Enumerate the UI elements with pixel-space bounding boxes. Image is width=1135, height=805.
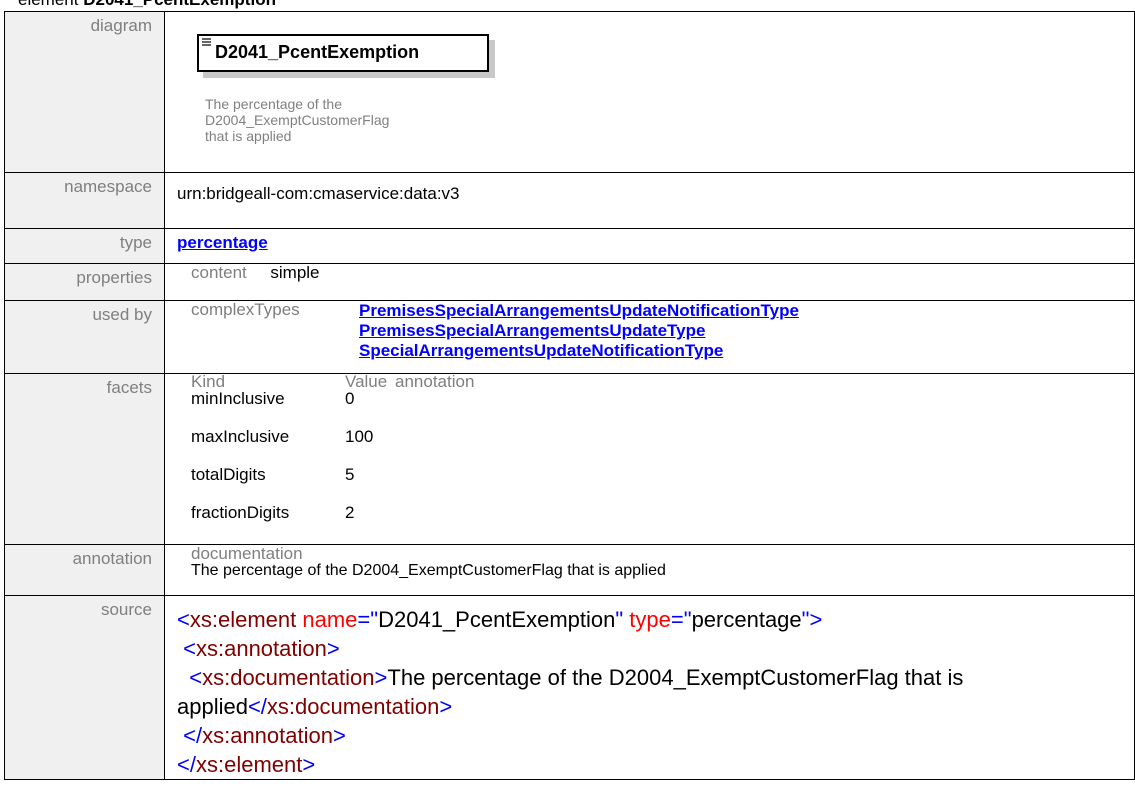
annotation-doc-label: documentation [191,544,303,563]
properties-cell: content simple [164,263,1135,301]
source-line-3: <xs:documentation>The percentage of the … [189,665,964,690]
facets-row: facets Kind Value annotation minInclusiv… [4,372,1135,545]
facet-row: fractionDigits 2 [191,504,1134,542]
type-link[interactable]: percentage [177,233,268,252]
facets-table: Kind Value annotation minInclusive 0 max… [165,372,1134,542]
facets-cell: Kind Value annotation minInclusive 0 max… [164,372,1135,545]
type-cell: percentage [164,228,1135,264]
annotation-row: annotation documentation The percentage … [4,544,1135,596]
facet-row: maxInclusive 100 [191,428,1134,466]
properties-value: simple [270,263,320,282]
type-label: type [4,228,165,264]
source-code: <xs:element name="D2041_PcentExemption" … [177,596,1134,779]
facets-header-kind: Kind [191,372,226,391]
diagram-doc-line: that is applied [205,128,292,144]
used-by-link[interactable]: SpecialArrangementsUpdateNotificationTyp… [359,341,799,361]
facets-header-value: Value [345,372,388,391]
page-title: element D2041_PcentExemption [18,0,276,10]
facet-value: 5 [345,465,355,484]
source-row: source <xs:element name="D2041_PcentExem… [4,595,1135,780]
facet-value: 0 [345,389,355,408]
properties-content: content simple [165,264,1134,282]
namespace-value: urn:bridgeall-com:cmaservice:data:v3 [164,172,1135,229]
element-diagram-box[interactable]: D2041_PcentExemption [197,34,489,72]
used-by-row: used by complexTypes PremisesSpecialArra… [4,300,1135,374]
facet-kind: minInclusive [191,389,285,408]
source-label: source [4,595,165,780]
annotation-text: The percentage of the D2004_ExemptCustom… [191,562,666,579]
properties-row: properties content simple [4,263,1135,301]
namespace-label: namespace [4,172,165,229]
namespace-row: namespace urn:bridgeall-com:cmaservice:d… [4,172,1135,229]
source-line-1: <xs:element name="D2041_PcentExemption" … [177,607,823,632]
type-row: type percentage [4,228,1135,264]
source-line-2: <xs:annotation> [183,636,340,661]
diagram-element-name: D2041_PcentExemption [215,42,420,62]
diagram-label: diagram [4,11,165,173]
diagram-row: diagram D2041_PcentExemption The percent… [4,11,1135,173]
element-doc-table: diagram D2041_PcentExemption The percent… [4,11,1135,780]
facet-value: 100 [345,427,374,446]
facet-kind: maxInclusive [191,427,290,446]
used-by-link[interactable]: PremisesSpecialArrangementsUpdateNotific… [359,301,799,321]
diagram-doc-line: D2004_ExemptCustomerFlag [205,112,390,128]
annotation-content: documentation The percentage of the D200… [165,545,1134,579]
facets-header: Kind Value annotation [191,372,1134,391]
used-by-link[interactable]: PremisesSpecialArrangementsUpdateType [359,321,799,341]
source-cell: <xs:element name="D2041_PcentExemption" … [164,595,1135,780]
annotation-cell: documentation The percentage of the D200… [164,544,1135,596]
used-by-category: complexTypes [191,300,300,319]
diagram-cell: D2041_PcentExemption The percentage of t… [164,11,1135,173]
properties-key: content [191,263,247,282]
source-line-4: applied</xs:documentation> [177,694,453,719]
facet-kind: totalDigits [191,465,266,484]
facet-row: totalDigits 5 [191,466,1134,504]
source-line-6: </xs:element> [177,752,316,777]
used-by-cell: complexTypes PremisesSpecialArrangements… [164,300,1135,374]
diagram-documentation: The percentage of the D2004_ExemptCustom… [205,96,475,144]
facet-row: minInclusive 0 [191,390,1134,428]
used-by-list: PremisesSpecialArrangementsUpdateNotific… [359,301,799,361]
diagram-doc-line: The percentage of the [205,96,342,112]
properties-label: properties [4,263,165,301]
facet-kind: fractionDigits [191,503,290,522]
source-line-5: </xs:annotation> [183,723,346,748]
facets-header-annotation: annotation [395,372,475,391]
content-lines-icon [202,38,211,46]
facet-value: 2 [345,503,355,522]
used-by-content: complexTypes PremisesSpecialArrangements… [165,301,1134,361]
page-title-prefix: element [18,0,78,9]
used-by-label: used by [4,300,165,374]
annotation-label: annotation [4,544,165,596]
page-title-name: D2041_PcentExemption [83,0,276,9]
facets-label: facets [4,373,165,545]
